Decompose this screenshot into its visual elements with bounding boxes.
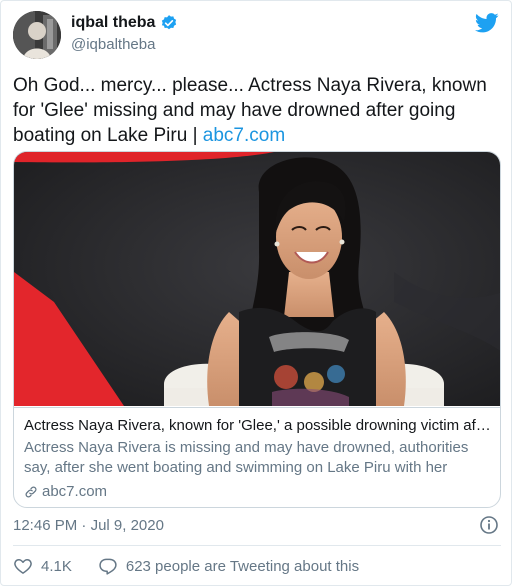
author-handle[interactable]: @iqbaltheba bbox=[71, 36, 155, 53]
conversation-action[interactable]: 623 people are Tweeting about this bbox=[98, 556, 359, 576]
tweet-text: Oh God... mercy... please... Actress Nay… bbox=[13, 73, 501, 148]
like-action[interactable]: 4.1K bbox=[13, 556, 72, 576]
like-count[interactable]: 4.1K bbox=[41, 558, 72, 575]
card-domain[interactable]: abc7.com bbox=[42, 483, 107, 500]
card-link-row[interactable]: abc7.com bbox=[24, 483, 492, 500]
timestamp[interactable]: 12:46 PM · Jul 9, 2020 bbox=[13, 517, 164, 534]
author-name-row[interactable]: iqbal theba bbox=[71, 14, 178, 32]
speech-bubble-icon[interactable] bbox=[98, 556, 118, 576]
tweet-link[interactable]: abc7.com bbox=[203, 125, 285, 146]
tweet-embed: iqbal theba @iqbaltheba Oh God... mercy.… bbox=[0, 0, 512, 586]
twitter-bird-icon[interactable] bbox=[474, 13, 499, 33]
link-chain-icon bbox=[24, 485, 38, 499]
verified-badge-icon bbox=[160, 14, 178, 32]
card-body[interactable]: Actress Naya Rivera, known for 'Glee,' a… bbox=[14, 407, 500, 507]
tweet-date[interactable]: Jul 9, 2020 bbox=[91, 517, 164, 534]
heart-icon[interactable] bbox=[13, 556, 33, 576]
time-date-separator: · bbox=[77, 517, 91, 534]
divider bbox=[13, 545, 501, 546]
card-title[interactable]: Actress Naya Rivera, known for 'Glee,' a… bbox=[24, 416, 492, 436]
avatar[interactable] bbox=[13, 11, 61, 59]
card-description: Actress Naya Rivera is missing and may h… bbox=[24, 439, 469, 476]
tweet-actions: 4.1K 623 people are Tweeting about this bbox=[13, 556, 385, 576]
tweet-time[interactable]: 12:46 PM bbox=[13, 517, 77, 534]
info-icon[interactable] bbox=[479, 515, 499, 535]
conversation-text[interactable]: 623 people are Tweeting about this bbox=[126, 558, 359, 575]
author-name[interactable]: iqbal theba bbox=[71, 14, 155, 32]
link-card[interactable]: Actress Naya Rivera, known for 'Glee,' a… bbox=[13, 151, 501, 508]
card-image[interactable] bbox=[14, 152, 501, 406]
